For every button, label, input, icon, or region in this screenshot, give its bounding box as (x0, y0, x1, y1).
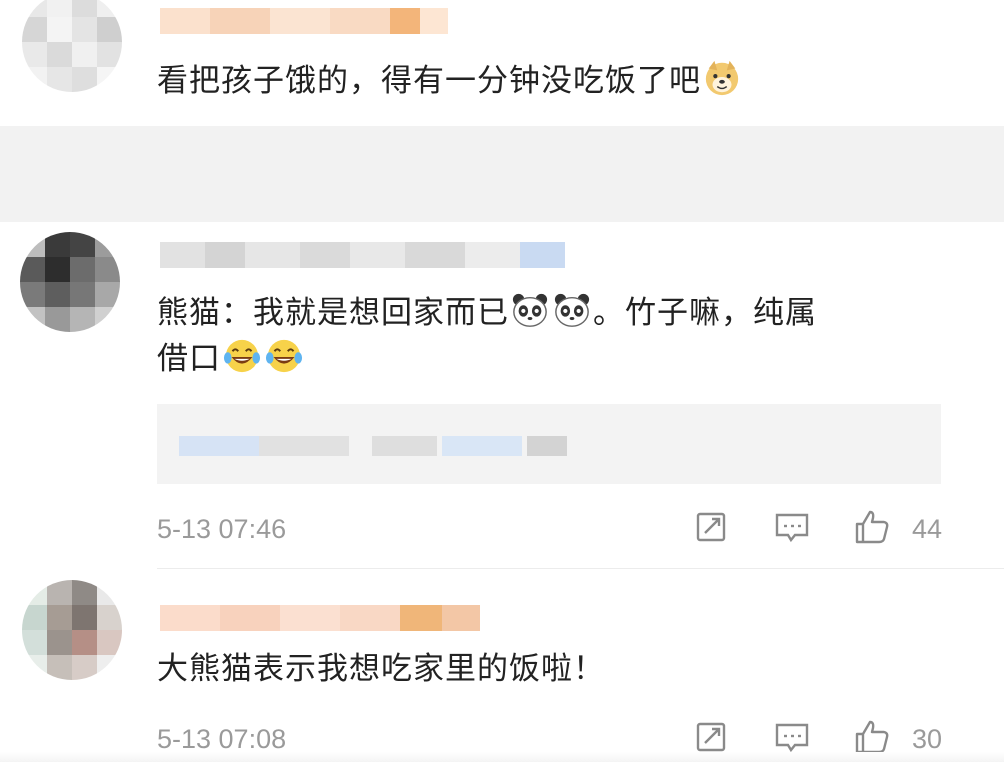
share-icon[interactable] (693, 718, 731, 756)
share-icon[interactable] (693, 508, 731, 546)
comment-icon[interactable] (773, 718, 811, 756)
username-blurred[interactable] (160, 605, 480, 631)
avatar[interactable] (20, 232, 120, 332)
avatar[interactable] (22, 580, 122, 680)
comment-text: 大熊猫表示我想吃家里的饭啦！ (157, 651, 605, 687)
laugh-cry-emoji (223, 339, 261, 373)
panda-emoji (554, 293, 590, 327)
comment-time: 5-13 07:46 (157, 514, 287, 544)
comment-time: 5-13 07:08 (157, 724, 287, 754)
comment-card: 看把孩子饿的，得有一分钟没吃饭了吧 (0, 0, 1004, 126)
like-icon[interactable] (853, 508, 891, 546)
bottom-edge (0, 752, 1004, 762)
comment-text: 看把孩子饿的，得有一分钟没吃饭了吧 (157, 58, 743, 104)
like-count: 44 (911, 514, 942, 544)
comment-card: 熊猫：我就是想回家而已 。竹子嘛，纯属 借口 5-13 07:46 44 大熊猫… (0, 222, 1004, 762)
doge-emoji (705, 60, 739, 96)
like-icon[interactable] (853, 718, 891, 756)
comment-icon[interactable] (773, 508, 811, 546)
quoted-reply-blurred[interactable] (157, 404, 941, 484)
username-blurred[interactable] (160, 8, 448, 34)
avatar[interactable] (22, 0, 122, 92)
username-blurred[interactable] (160, 242, 565, 268)
divider (157, 568, 1004, 569)
like-count: 30 (911, 724, 942, 754)
comment-text: 熊猫：我就是想回家而已 。竹子嘛，纯属 借口 (157, 290, 957, 382)
panda-emoji (512, 293, 548, 327)
comment-meta: 5-13 07:46 44 (157, 508, 942, 548)
laugh-cry-emoji (265, 339, 303, 373)
section-gap (0, 126, 1004, 222)
